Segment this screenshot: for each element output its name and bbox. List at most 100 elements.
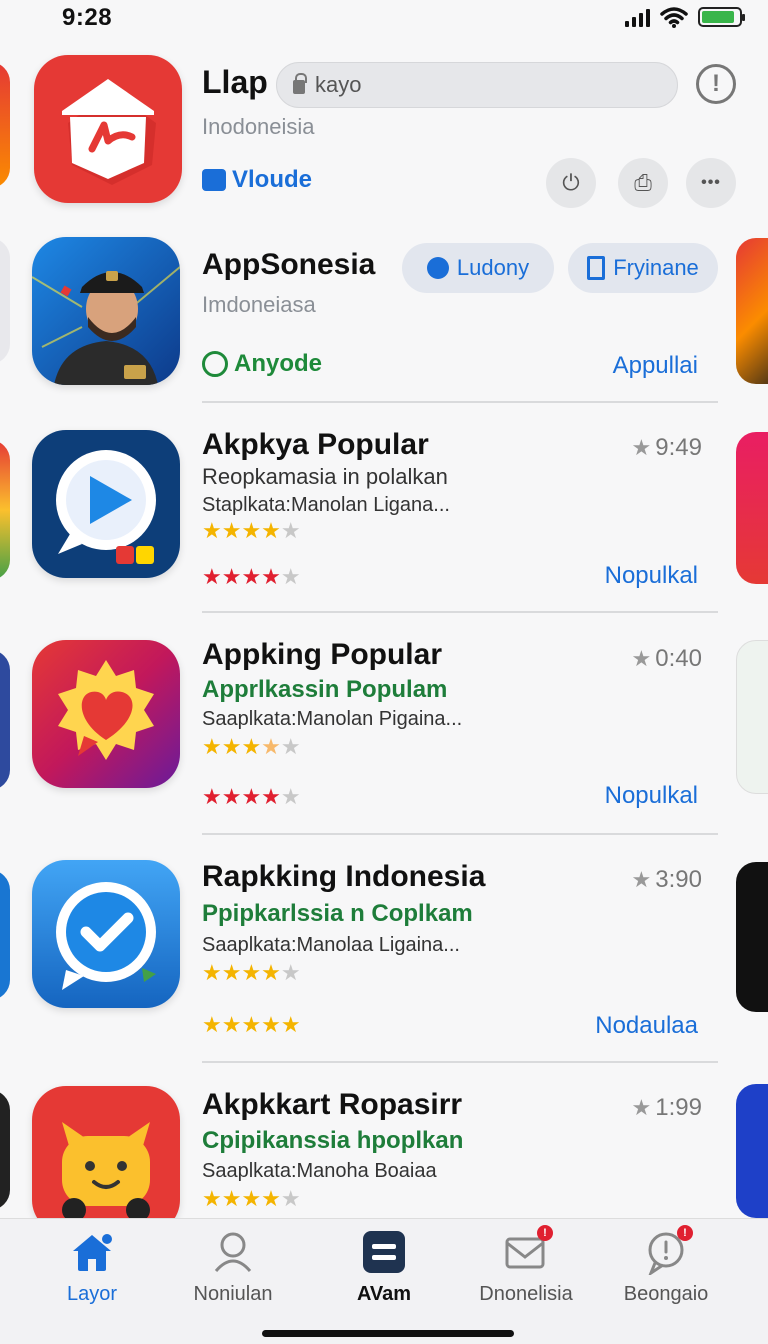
notification-badge: ! xyxy=(677,1225,693,1241)
app-icon-list-4[interactable] xyxy=(32,1086,180,1234)
list-item-description: Saaplkata:Manolaa Ligaina... xyxy=(202,934,460,956)
status-icons xyxy=(625,6,745,28)
list-item-link[interactable]: Nopulkal xyxy=(605,562,698,590)
tab-bar: Layor Noniulan AVam ! Dnonelisia ! Beong… xyxy=(0,1218,768,1344)
edge-app-icon[interactable] xyxy=(736,238,768,384)
yellow-stars: ★★★★★ xyxy=(202,1186,301,1211)
list-item-title: Rapkking Indonesia xyxy=(202,860,486,893)
tab-label: Beongaio xyxy=(623,1283,709,1305)
notification-badge: ! xyxy=(537,1225,553,1241)
star-icon: ★ xyxy=(631,1095,652,1120)
edge-app-icon[interactable] xyxy=(736,862,768,1012)
power-button[interactable]: ⏻ xyxy=(546,158,596,208)
search-input[interactable] xyxy=(315,72,655,98)
app-icon-llap[interactable] xyxy=(34,55,182,203)
vloude-link[interactable]: Vloude xyxy=(202,166,312,194)
divider xyxy=(202,1061,718,1063)
list-item-rating: ★ 3:90 xyxy=(631,866,702,893)
red-stars: ★★★★★ xyxy=(202,564,301,589)
chat-icon xyxy=(202,351,228,377)
ludony-icon xyxy=(426,257,449,279)
vloude-label: Vloude xyxy=(232,166,313,193)
red-stars: ★★★★★ xyxy=(202,784,301,809)
document-icon xyxy=(587,256,606,280)
yellow-stars-full: ★★★★★ xyxy=(202,1012,301,1037)
tab-beongaio[interactable]: ! Beongaio xyxy=(601,1225,731,1306)
edge-app-icon[interactable] xyxy=(736,1084,768,1218)
tab-dnonelisia[interactable]: ! Dnonelisia xyxy=(461,1225,591,1306)
app-icon-appsonesia[interactable] xyxy=(32,237,180,385)
yellow-stars: ★★★★★ xyxy=(202,960,301,985)
list-item-subtitle: Reopkamasia in polalkan xyxy=(202,464,448,489)
list-item-rating: ★ 9:49 xyxy=(631,434,702,461)
app-icon-list-1[interactable] xyxy=(32,430,180,578)
edge-app-icon[interactable] xyxy=(0,1090,10,1210)
divider xyxy=(202,611,718,613)
share-button[interactable]: ⎙ xyxy=(618,158,668,208)
signal-icon xyxy=(625,7,650,27)
featured-region: Imdoneiasa xyxy=(202,292,316,317)
divider xyxy=(202,401,718,403)
search-bar[interactable] xyxy=(276,62,678,108)
featured-title: AppSonesia xyxy=(202,248,376,281)
edge-app-icon[interactable] xyxy=(0,238,10,364)
battery-icon xyxy=(698,7,745,27)
chat-bubble-icon: ! xyxy=(643,1225,693,1277)
tab-label: Layor xyxy=(66,1283,118,1305)
fryinane-label: Fryinane xyxy=(613,255,699,280)
list-item-rating: ★ 1:99 xyxy=(631,1094,702,1121)
list-item-title: Appking Popular xyxy=(202,638,442,671)
person-icon xyxy=(210,1229,256,1275)
home-indicator[interactable] xyxy=(262,1330,514,1337)
tab-avam[interactable]: AVam xyxy=(319,1229,449,1306)
more-button[interactable]: ••• xyxy=(686,158,736,208)
page-title: Llap xyxy=(202,64,268,100)
list-item-link[interactable]: Nopulkal xyxy=(605,782,698,810)
app-icon-list-2[interactable] xyxy=(32,640,180,788)
edge-app-icon[interactable] xyxy=(0,650,10,790)
star-icon: ★ xyxy=(631,867,652,892)
list-item-link[interactable]: Nodaulaa xyxy=(595,1012,698,1040)
app-icon-list-3[interactable] xyxy=(32,860,180,1008)
list-item-title: Akpkkart Ropasirr xyxy=(202,1088,463,1121)
lock-icon xyxy=(293,73,307,94)
vloude-icon xyxy=(202,169,226,191)
anyode-label: Anyode xyxy=(234,350,323,377)
list-item-description: Saaplkata:Manoha Boaiaa xyxy=(202,1160,437,1182)
tab-layor[interactable]: Layor xyxy=(27,1229,157,1306)
star-icon: ★ xyxy=(631,646,652,671)
list-item-rating: ★ 0:40 xyxy=(631,645,702,672)
tab-label: Dnonelisia xyxy=(479,1283,573,1305)
list-item-subtitle: Ppipkarlssia n Coplkam xyxy=(202,900,473,927)
yellow-stars: ★★★★★ xyxy=(202,518,301,543)
status-bar: 9:28 xyxy=(0,0,768,36)
wifi-icon xyxy=(660,7,688,28)
edge-app-icon[interactable] xyxy=(0,62,10,188)
divider xyxy=(202,833,718,835)
ludony-pill[interactable]: Ludony xyxy=(402,243,554,293)
fryinane-pill[interactable]: Fryinane xyxy=(568,243,718,293)
tab-noniulan[interactable]: Noniulan xyxy=(168,1229,298,1306)
menu-icon xyxy=(361,1229,407,1275)
list-item-subtitle: Cpipikanssia hpoplkan xyxy=(202,1127,464,1154)
tab-label: Noniulan xyxy=(193,1283,273,1305)
home-icon xyxy=(69,1229,115,1275)
list-item-title: Akpkya Popular xyxy=(202,428,429,461)
info-button[interactable]: ! xyxy=(696,64,736,104)
ludony-label: Ludony xyxy=(456,255,530,280)
list-item-subtitle: Apprlkassin Populam xyxy=(202,676,448,703)
star-icon: ★ xyxy=(631,435,652,460)
anyode-link[interactable]: Anyode xyxy=(202,350,322,378)
tab-label: AVam xyxy=(356,1283,412,1305)
edge-app-icon[interactable] xyxy=(736,432,768,584)
yellow-stars: ★★★★★ xyxy=(202,734,301,759)
edge-app-icon[interactable] xyxy=(0,440,10,580)
list-item-description: Staplkata:Manolan Ligana... xyxy=(202,494,450,516)
inbox-icon: ! xyxy=(503,1225,553,1275)
header-region: Inodoneisia xyxy=(202,114,315,139)
status-time: 9:28 xyxy=(62,4,113,31)
list-item-description: Saaplkata:Manolan Pigaina... xyxy=(202,708,463,730)
edge-app-icon[interactable] xyxy=(0,870,10,1000)
appullai-link[interactable]: Appullai xyxy=(613,352,698,380)
edge-app-icon[interactable] xyxy=(736,640,768,794)
